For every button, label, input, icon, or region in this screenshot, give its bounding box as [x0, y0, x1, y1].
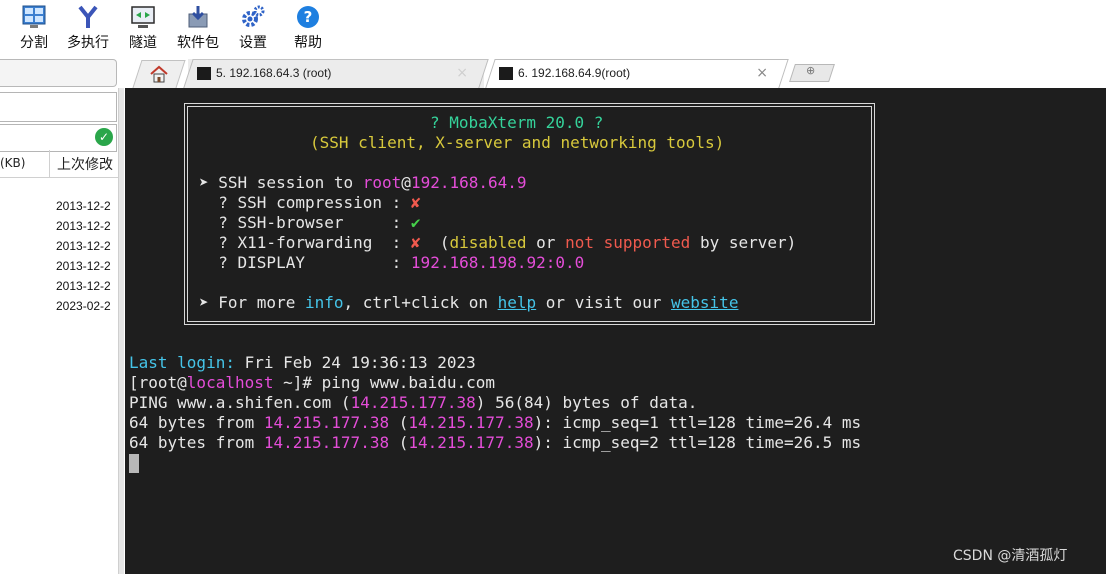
file-date[interactable]: 2013-12-2: [56, 219, 111, 233]
column-modified[interactable]: 上次修改: [57, 154, 113, 174]
sidebar-toolbar: [0, 92, 117, 122]
banner-title: ? MobaXterm 20.0 ?: [430, 113, 604, 132]
file-date[interactable]: 2013-12-2: [56, 279, 111, 293]
help-label: 帮助: [294, 35, 322, 51]
help-link[interactable]: help: [498, 293, 537, 312]
help-icon: ?: [297, 6, 319, 28]
tab-session-6[interactable]: 6. 192.168.64.9(root) ×: [485, 59, 789, 88]
multiexec-icon: [78, 5, 98, 28]
column-size[interactable]: (KB): [0, 156, 25, 170]
file-date[interactable]: 2013-12-2: [56, 239, 111, 253]
svg-text:?: ?: [304, 8, 313, 26]
banner-session-line: ➤ SSH session to root@192.168.64.9: [199, 173, 527, 192]
file-date[interactable]: 2013-12-2: [56, 259, 111, 273]
file-list-header: (KB) 上次修改: [0, 150, 120, 178]
settings-button[interactable]: 设置: [227, 2, 279, 52]
split-label: 分割: [20, 35, 48, 51]
help-button[interactable]: ? 帮助: [282, 2, 334, 52]
settings-icon: [242, 5, 265, 27]
split-icon: [22, 5, 46, 28]
tunnel-label: 隧道: [129, 35, 157, 51]
last-login-line: Last login: Fri Feb 24 19:36:13 2023: [129, 353, 476, 372]
file-date[interactable]: 2013-12-2: [56, 199, 111, 213]
tab-label: 6. 192.168.64.9(root): [518, 66, 631, 80]
multiexec-label: 多执行: [67, 35, 109, 51]
settings-label: 设置: [239, 35, 267, 51]
home-icon[interactable]: [149, 65, 169, 83]
banner-subtitle: (SSH client, X-server and networking too…: [310, 133, 725, 152]
ping-reply-line: 64 bytes from 14.215.177.38 (14.215.177.…: [129, 433, 862, 452]
banner-x11-line: ? X11-forwarding : ✘ (disabled or not su…: [199, 233, 797, 252]
terminal-icon: [197, 67, 211, 80]
tunnel-icon: [131, 6, 155, 28]
packages-icon: [188, 6, 208, 28]
close-icon[interactable]: ×: [456, 65, 468, 81]
banner-browser-line: ? SSH-browser : ✔: [199, 213, 421, 232]
main-toolbar: 分割 多执行 隧道 软件包 设置 ? 帮助: [0, 0, 1106, 56]
check-icon[interactable]: ✓: [95, 128, 113, 146]
terminal-cursor: [129, 454, 139, 473]
column-divider[interactable]: [49, 150, 50, 178]
packages-button[interactable]: 软件包: [172, 2, 224, 52]
tunnel-button[interactable]: 隧道: [117, 2, 169, 52]
ping-header-line: PING www.a.shifen.com (14.215.177.38) 56…: [129, 393, 698, 412]
close-icon[interactable]: ×: [756, 65, 768, 81]
command-line: [root@localhost ~]# ping www.baidu.com: [129, 373, 496, 392]
banner-display-line: ? DISPLAY : 192.168.198.92:0.0: [199, 253, 585, 272]
packages-label: 软件包: [177, 35, 219, 51]
watermark: CSDN @清酒孤灯: [953, 548, 1068, 564]
terminal-view[interactable]: ? MobaXterm 20.0 ? (SSH client, X-server…: [125, 88, 1106, 574]
terminal-icon: [499, 67, 513, 80]
banner-more-line: ➤ For more info, ctrl+click on help or v…: [199, 293, 739, 312]
session-tabbar: 5. 192.168.64.3 (root) × 6. 192.168.64.9…: [0, 56, 1106, 88]
sidebar-tab[interactable]: [0, 59, 117, 87]
website-link[interactable]: website: [671, 293, 738, 312]
sidebar-scrollbar[interactable]: [118, 88, 124, 574]
file-date[interactable]: 2023-02-2: [56, 299, 111, 313]
multiexec-button[interactable]: 多执行: [62, 2, 114, 52]
tab-label: 5. 192.168.64.3 (root): [216, 66, 332, 80]
banner-compression-line: ? SSH compression : ✘: [199, 193, 421, 212]
split-button[interactable]: 分割: [8, 2, 60, 52]
ping-reply-line: 64 bytes from 14.215.177.38 (14.215.177.…: [129, 413, 862, 432]
sftp-sidebar: ✓ (KB) 上次修改 2013-12-2 2013-12-2 2013-12-…: [0, 88, 120, 574]
tab-session-5[interactable]: 5. 192.168.64.3 (root) ×: [183, 59, 489, 88]
plus-icon: ⊕: [806, 64, 816, 77]
